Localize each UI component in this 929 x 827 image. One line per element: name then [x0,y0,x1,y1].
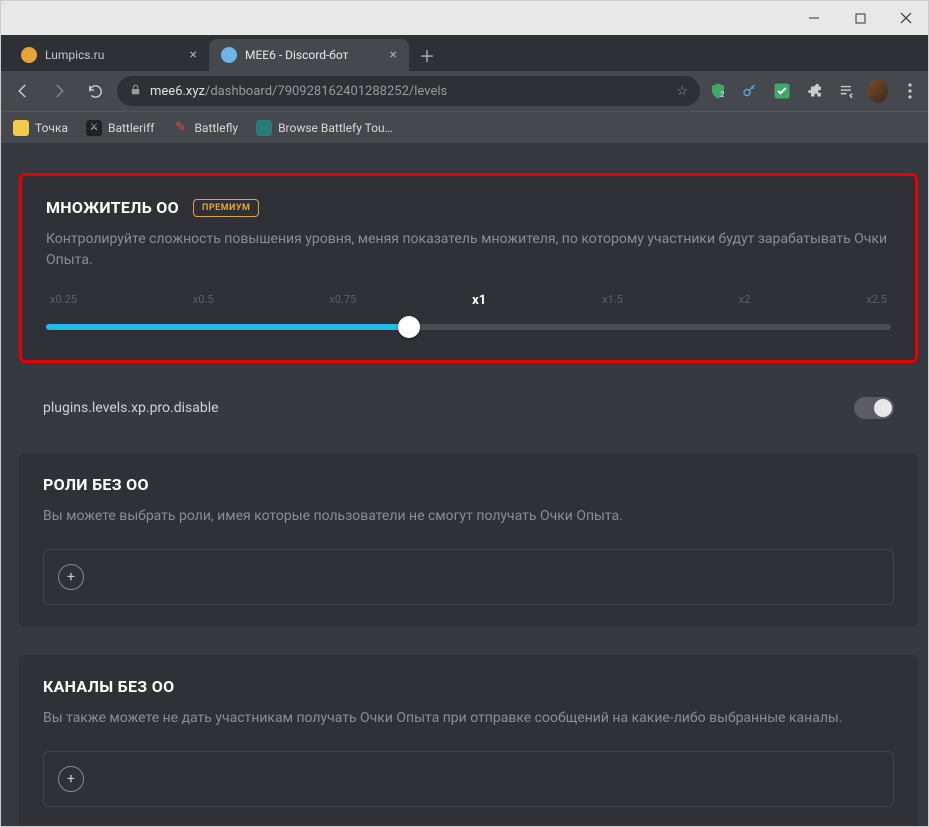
url-text: mee6.xyz/dashboard/790928162401288252/le… [150,84,447,99]
reading-list-icon[interactable] [836,81,856,101]
favicon-icon [21,47,37,63]
slider-tick: x2.5 [866,293,887,308]
address-row: mee6.xyz/dashboard/790928162401288252/le… [1,71,928,111]
bookmark-star-icon[interactable]: ☆ [676,84,688,99]
bookmark-item[interactable]: ⚔Battleriff [86,120,154,136]
slider-tick: x0.5 [193,293,214,308]
bookmarks-bar: Точка ⚔Battleriff ✎Battlefly Browse Batt… [1,111,928,143]
plus-icon: + [67,569,75,585]
card-description: Контролируйте сложность повышения уровня… [46,229,891,271]
browser-window: Lumpics.ru × MEE6 - Discord-бот × ＋ mee6… [0,0,929,827]
bookmark-item[interactable]: Browse Battlefy Tou… [256,120,393,136]
card-header: МНОЖИТЕЛЬ ОО ПРЕМИУМ [46,198,891,217]
tabs-row: Lumpics.ru × MEE6 - Discord-бот × ＋ [1,35,928,71]
add-channel-button[interactable]: + [58,766,84,792]
slider-fill [46,324,409,330]
xp-multiplier-card: МНОЖИТЕЛЬ ОО ПРЕМИУМ Контролируйте сложн… [19,173,918,363]
xp-disable-toggle[interactable] [854,397,894,419]
svg-text:2: 2 [720,90,724,99]
slider-tick: x2 [739,293,751,308]
card-title: МНОЖИТЕЛЬ ОО [46,198,179,217]
bookmark-item[interactable]: Точка [13,120,68,136]
slider-tick-active: x1 [472,293,486,308]
window-titlebar [1,1,928,35]
new-tab-button[interactable]: ＋ [413,41,441,69]
extension-icons: 2 [708,81,920,101]
card-header: РОЛИ БЕЗ ОО [43,475,894,494]
card-title: КАНАЛЫ БЕЗ ОО [43,677,174,696]
extensions-puzzle-icon[interactable] [804,81,824,101]
plus-icon: + [67,771,75,787]
bookmark-label: Точка [35,121,68,135]
tab-title: MEE6 - Discord-бот [245,48,348,62]
page-content-wrap: МНОЖИТЕЛЬ ОО ПРЕМИУМ Контролируйте сложн… [1,143,928,826]
premium-badge: ПРЕМИУМ [193,199,259,217]
extension-key-icon[interactable] [740,81,760,101]
menu-dots-icon[interactable] [900,81,920,101]
close-icon[interactable]: × [390,47,397,63]
close-icon[interactable]: × [190,47,197,63]
window-minimize-button[interactable] [800,4,828,32]
xp-disable-toggle-row: plugins.levels.xp.pro.disable [19,391,918,425]
back-button[interactable] [9,77,37,105]
extension-shield-icon[interactable]: 2 [708,81,728,101]
channels-no-xp-card: КАНАЛЫ БЕЗ ОО Вы также можете не дать уч… [19,655,918,826]
roles-no-xp-card: РОЛИ БЕЗ ОО Вы можете выбрать роли, имея… [19,453,918,627]
extension-check-icon[interactable] [772,81,792,101]
forward-button[interactable] [45,77,73,105]
slider-ticks: x0.25 x0.5 x0.75 x1 x1.5 x2 x2.5 [46,293,891,308]
page-content[interactable]: МНОЖИТЕЛЬ ОО ПРЕМИУМ Контролируйте сложн… [1,143,928,826]
tab-title: Lumpics.ru [45,48,104,62]
tab-lumpics[interactable]: Lumpics.ru × [9,39,209,71]
toggle-label: plugins.levels.xp.pro.disable [43,400,219,416]
slider-tick: x0.25 [50,293,77,308]
toggle-knob [874,399,892,417]
window-maximize-button[interactable] [846,4,874,32]
card-description: Вы можете выбрать роли, имея которые пол… [43,506,894,527]
xp-multiplier-slider[interactable] [46,316,891,338]
profile-avatar[interactable] [868,81,888,101]
add-role-button[interactable]: + [58,564,84,590]
bookmark-item[interactable]: ✎Battlefly [172,120,238,136]
channels-add-container: + [43,751,894,807]
slider-tick: x0.75 [329,293,356,308]
bookmark-label: Battleriff [108,121,154,135]
reload-button[interactable] [81,77,109,105]
lock-icon [129,83,142,100]
window-close-button[interactable] [892,4,920,32]
roles-add-container: + [43,549,894,605]
bookmark-label: Battlefly [194,121,238,135]
slider-thumb[interactable] [398,316,420,338]
card-description: Вы также можете не дать участникам получ… [43,708,894,729]
favicon-icon [221,47,237,63]
slider-tick: x1.5 [602,293,623,308]
card-header: КАНАЛЫ БЕЗ ОО [43,677,894,696]
bookmark-label: Browse Battlefy Tou… [278,121,393,135]
tab-mee6[interactable]: MEE6 - Discord-бот × [209,39,409,71]
address-bar[interactable]: mee6.xyz/dashboard/790928162401288252/le… [117,76,700,106]
card-title: РОЛИ БЕЗ ОО [43,475,149,494]
